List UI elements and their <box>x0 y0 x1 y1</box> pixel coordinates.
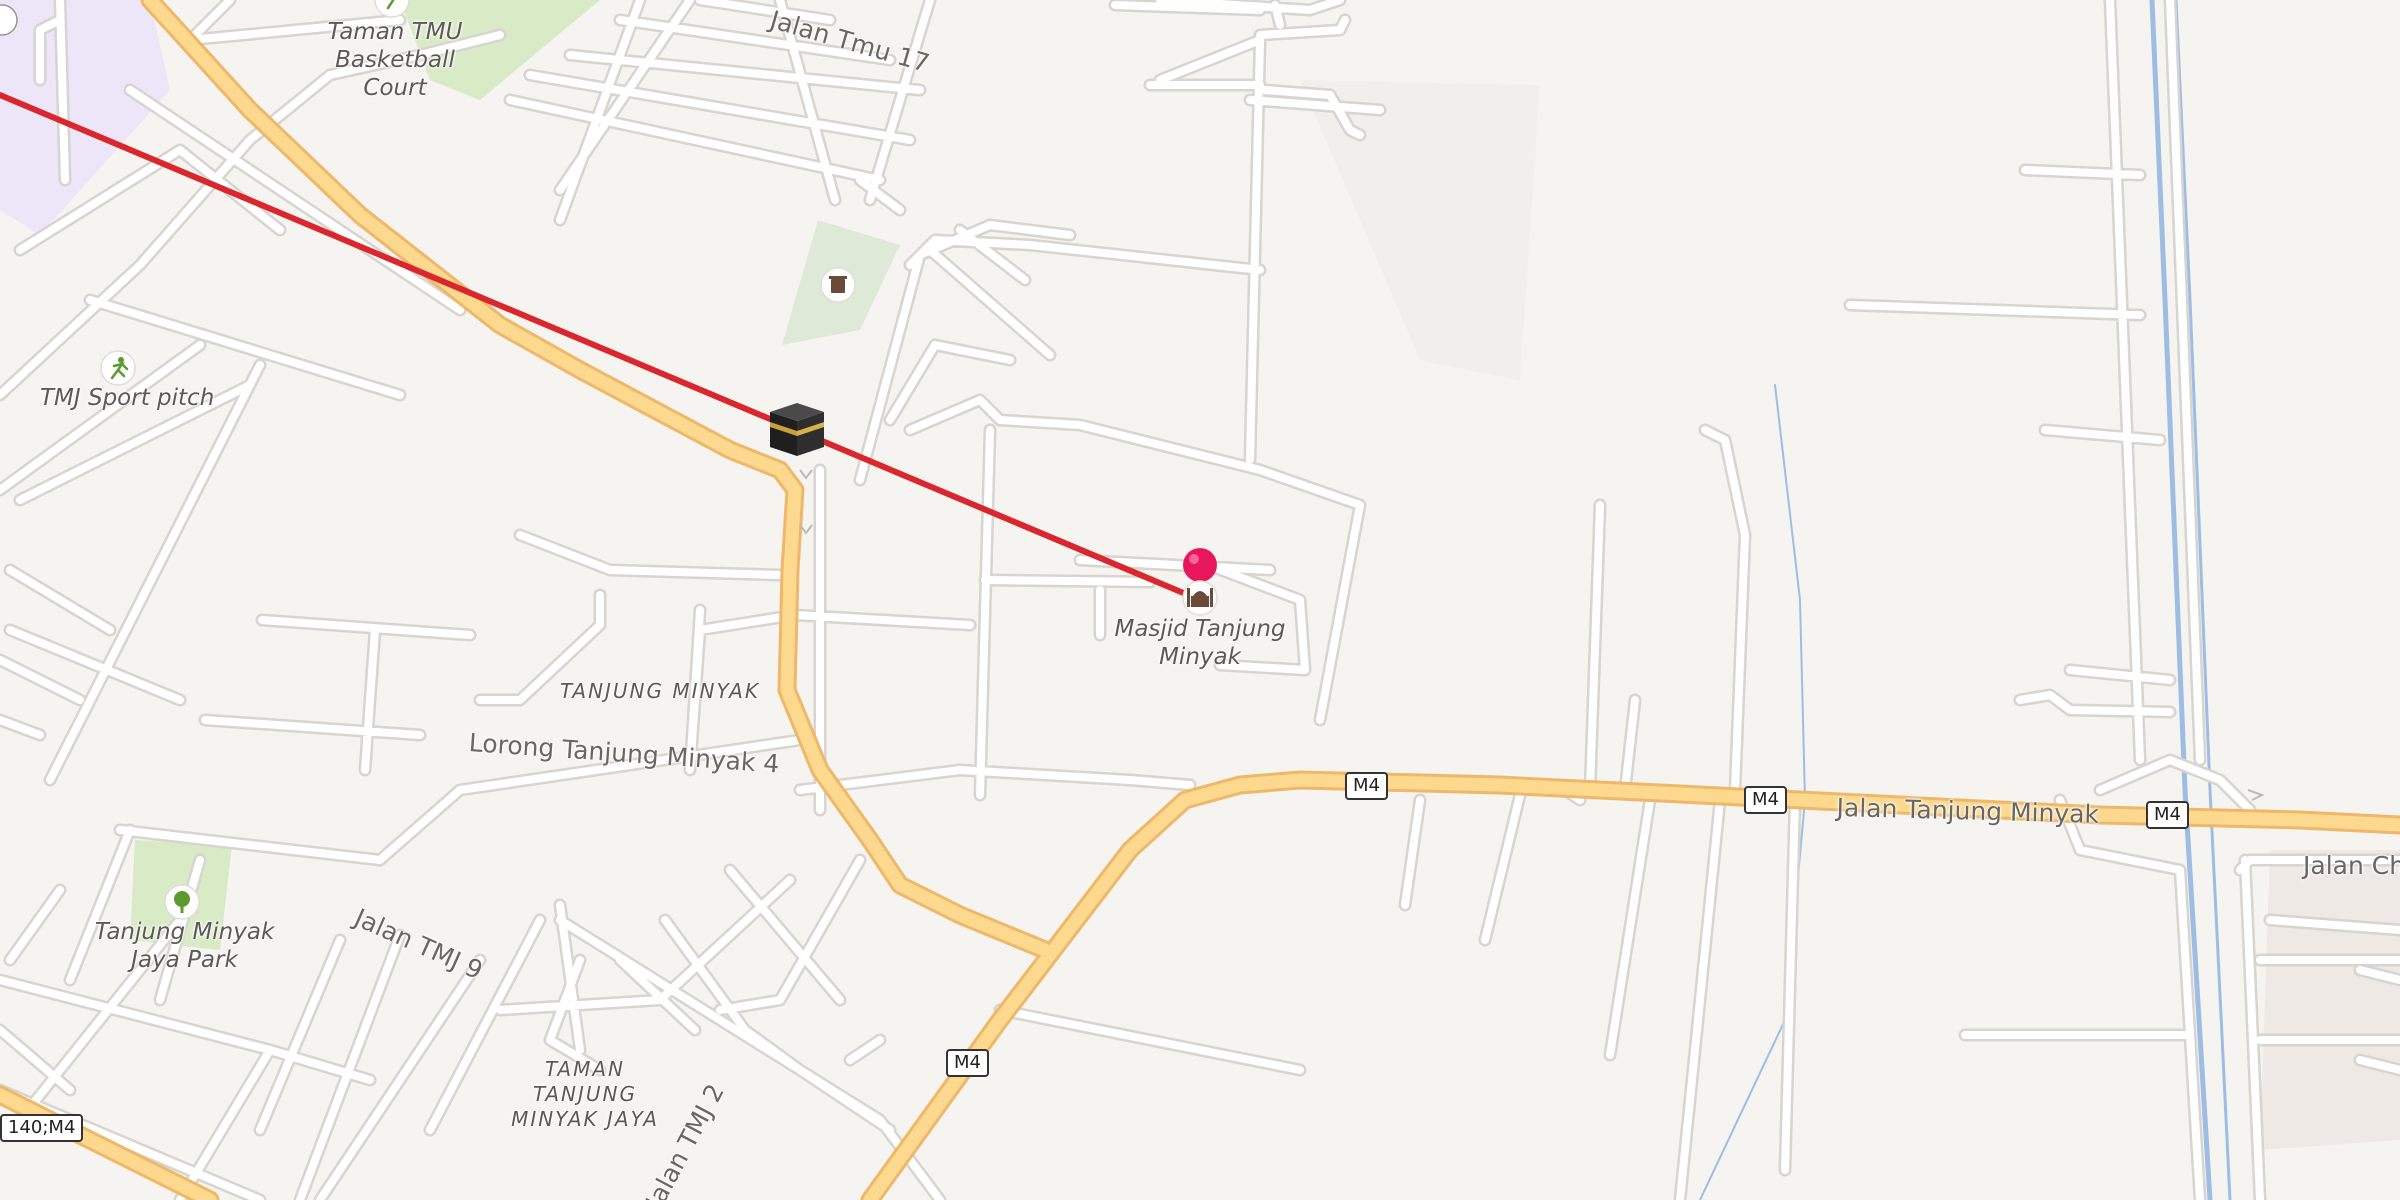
map-canvas[interactable]: Taman TMU Basketball Court TMJ Sport pit… <box>0 0 2400 1200</box>
oneway-arrows <box>799 469 2265 801</box>
area-label-taman-tanjung-minyak-jaya: TAMAN TANJUNG MINYAK JAYA <box>511 1057 659 1131</box>
waste-basket-icon <box>820 267 856 303</box>
map-layer <box>0 0 2400 1200</box>
kaaba-icon[interactable] <box>770 403 824 456</box>
route-shield: M4 <box>2146 801 2189 829</box>
route-shield: 140;M4 <box>0 1114 84 1142</box>
poi-label-mosque[interactable]: Masjid Tanjung Minyak <box>1110 615 1290 671</box>
poi-label-basketball-court[interactable]: Taman TMU Basketball Court <box>300 18 490 102</box>
tree-icon <box>164 884 200 920</box>
running-person-icon-basketball <box>374 0 410 18</box>
route-shield: M4 <box>1345 772 1388 800</box>
road-label-jalan-ch: Jalan Ch <box>2303 851 2400 880</box>
route-shield: M4 <box>1744 786 1787 814</box>
route-shield: M4 <box>946 1049 989 1077</box>
area-label-tanjung-minyak: TANJUNG MINYAK <box>560 679 760 703</box>
mosque-icon <box>1182 580 1218 616</box>
waterways <box>1699 0 2232 1200</box>
poi-label-sport-pitch[interactable]: TMJ Sport pitch <box>40 384 214 412</box>
landuse-area <box>1300 80 1540 380</box>
running-person-icon <box>100 350 136 386</box>
industrial-area <box>2260 850 2400 1150</box>
residential-area <box>0 0 170 235</box>
poi-label-park[interactable]: Tanjung Minyak Jaya Park <box>92 918 277 974</box>
